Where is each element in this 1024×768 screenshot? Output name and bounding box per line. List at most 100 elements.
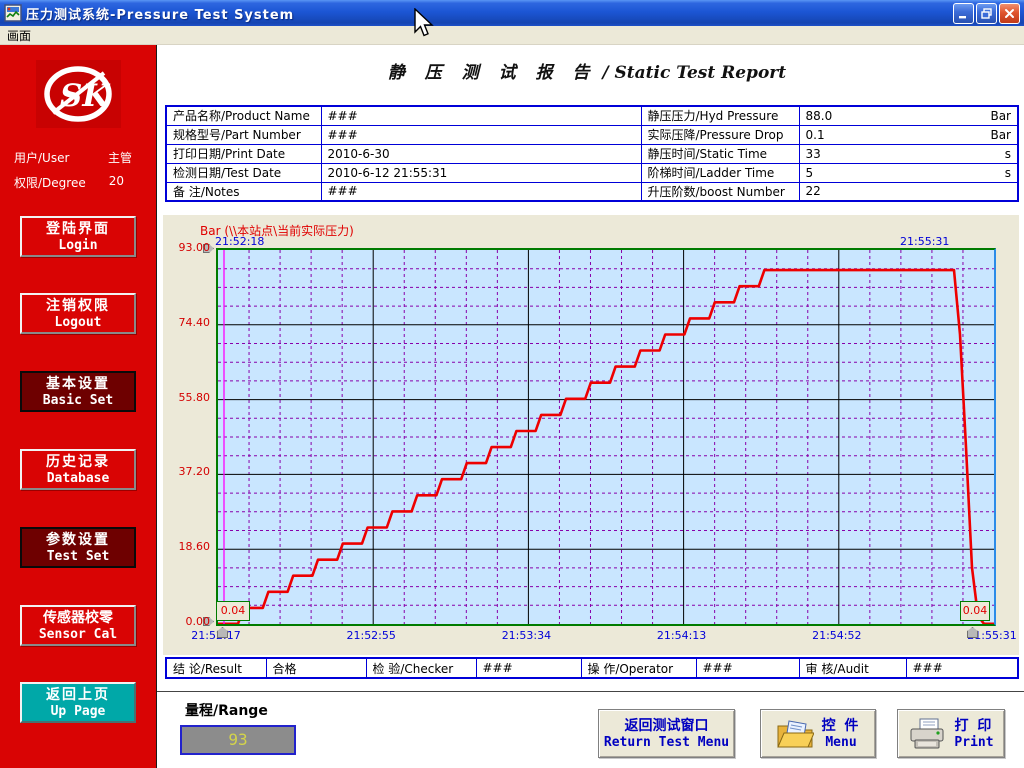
close-button[interactable] (999, 3, 1020, 24)
x-tick-label: 21:54:13 (647, 629, 717, 642)
print-button-label-zh: 打 印 (954, 717, 993, 735)
info-left-value: ### (321, 125, 641, 144)
footer-divider (157, 691, 1024, 692)
user-label: 用户/User (14, 149, 69, 166)
info-row: 检测日期/Test Date2010-6-12 21:55:31阶梯时间/Lad… (166, 163, 1018, 182)
return-button-label-zh: 返回测试窗口 (604, 717, 729, 735)
result-table: 结 论/Result合格检 验/Checker###操 作/Operator##… (165, 657, 1019, 679)
up-page-label-en: Up Page (22, 704, 134, 720)
info-right-value: 33s (799, 144, 1018, 163)
restore-button[interactable] (976, 3, 997, 24)
info-right-value: 22 (799, 182, 1018, 201)
info-right-value: 5s (799, 163, 1018, 182)
y-tick-label: 0.00 (164, 615, 210, 628)
info-left-label: 产品名称/Product Name (166, 106, 321, 125)
left-cursor-value[interactable]: 0.04 (216, 601, 250, 621)
print-button[interactable]: 打 印 Print (897, 709, 1005, 758)
close-icon (1003, 7, 1016, 20)
pressure-test-system-window: { "window": { "title": "压力测试系统-Pressure … (0, 0, 1024, 768)
login-label-en: Login (22, 238, 134, 254)
range-label: 量程/Range (185, 700, 268, 720)
info-left-label: 检测日期/Test Date (166, 163, 321, 182)
sidebar-button-test-set[interactable]: 参数设置 Test Set (20, 527, 136, 568)
y-tick-label: 93.00 (164, 241, 210, 254)
print-button-label-en: Print (954, 735, 993, 751)
info-row: 打印日期/Print Date2010-6-30静压时间/Static Time… (166, 144, 1018, 163)
info-row: 产品名称/Product Name###静压压力/Hyd Pressure88.… (166, 106, 1018, 125)
restore-icon (980, 7, 993, 20)
info-left-value: 2010-6-12 21:55:31 (321, 163, 641, 182)
report-title: 静 压 测 试 报 告 / Static Test Report (157, 58, 1017, 83)
sidebar-button-up-page[interactable]: 返回上页 Up Page (20, 682, 136, 723)
minimize-button[interactable] (953, 3, 974, 24)
test-set-label-en: Test Set (22, 549, 134, 565)
info-left-value: ### (321, 182, 641, 201)
menu-button-label-zh: 控 件 (822, 717, 861, 735)
return-button-label-en: Return Test Menu (604, 735, 729, 751)
title-bar: 压力测试系统-Pressure Test System (0, 0, 1024, 26)
x-tick-label: 21:52:17 (181, 629, 251, 642)
result-cell: ### (476, 658, 581, 678)
result-cell: 检 验/Checker (366, 658, 476, 678)
svg-text:SK: SK (60, 78, 110, 114)
info-table: 产品名称/Product Name###静压压力/Hyd Pressure88.… (165, 105, 1019, 202)
result-cell: 合格 (266, 658, 366, 678)
controls-menu-button[interactable]: 控 件 Menu (760, 709, 876, 758)
info-left-label: 打印日期/Print Date (166, 144, 321, 163)
logout-label-en: Logout (22, 315, 134, 331)
sidebar: SK 用户/User 主管 权限/Degree 20 登陆界面 Login 注销… (0, 45, 157, 768)
info-right-label: 静压时间/Static Time (641, 144, 799, 163)
info-left-value: 2010-6-30 (321, 144, 641, 163)
menu-bar: 画面 (0, 26, 1024, 45)
database-label-zh: 历史记录 (22, 454, 134, 471)
sidebar-button-login[interactable]: 登陆界面 Login (20, 216, 136, 257)
info-unit: Bar (990, 128, 1011, 142)
menu-item-screen[interactable]: 画面 (0, 26, 38, 45)
info-unit: Bar (990, 109, 1011, 123)
info-row: 备 注/Notes###升压阶数/boost Number22 (166, 182, 1018, 201)
y-tick-label: 74.40 (164, 316, 210, 329)
report-title-zh: 静 压 测 试 报 告 (388, 63, 597, 83)
x-tick-label: 21:52:55 (336, 629, 406, 642)
info-right-label: 静压压力/Hyd Pressure (641, 106, 799, 125)
user-value: 主管 (108, 149, 132, 166)
folder-icon (776, 717, 814, 751)
right-cursor-value[interactable]: 0.04 (960, 601, 990, 621)
sidebar-button-database[interactable]: 历史记录 Database (20, 449, 136, 490)
info-right-value: 0.1Bar (799, 125, 1018, 144)
sidebar-button-sensor-cal[interactable]: 传感器校零 Sensor Cal (20, 605, 136, 646)
basic-set-label-zh: 基本设置 (22, 376, 134, 393)
info-unit: s (1005, 147, 1011, 161)
y-tick-label: 55.80 (164, 391, 210, 404)
up-page-label-zh: 返回上页 (22, 687, 134, 704)
info-right-label: 升压阶数/boost Number (641, 182, 799, 201)
result-cell: 操 作/Operator (581, 658, 696, 678)
result-cell: ### (906, 658, 1018, 678)
sensor-cal-label-en: Sensor Cal (22, 627, 134, 643)
info-right-label: 实际压降/Pressure Drop (641, 125, 799, 144)
degree-value: 20 (109, 174, 124, 191)
sidebar-button-basic-set[interactable]: 基本设置 Basic Set (20, 371, 136, 412)
pressure-curve (218, 250, 994, 624)
info-left-label: 备 注/Notes (166, 182, 321, 201)
minimize-icon (957, 7, 970, 20)
return-test-menu-button[interactable]: 返回测试窗口 Return Test Menu (598, 709, 735, 758)
info-right-label: 阶梯时间/Ladder Time (641, 163, 799, 182)
x-tick-label: 21:53:34 (491, 629, 561, 642)
sk-logo: SK (36, 60, 121, 128)
printer-icon (908, 717, 946, 751)
chart-start-time: 21:52:18 (215, 235, 264, 248)
report-area: 静 压 测 试 报 告 / Static Test Report 产品名称/Pr… (157, 45, 1024, 768)
result-cell: 结 论/Result (166, 658, 266, 678)
window-title: 压力测试系统-Pressure Test System (26, 4, 294, 23)
pressure-plot (216, 248, 996, 626)
basic-set-label-en: Basic Set (22, 393, 134, 409)
report-title-en: / Static Test Report (602, 63, 786, 83)
result-cell: 审 核/Audit (799, 658, 906, 678)
degree-label: 权限/Degree (14, 174, 86, 191)
menu-button-label-en: Menu (822, 735, 861, 751)
user-row: 用户/User 主管 (14, 149, 144, 166)
result-cell: ### (696, 658, 799, 678)
sidebar-button-logout[interactable]: 注销权限 Logout (20, 293, 136, 334)
info-right-value: 88.0Bar (799, 106, 1018, 125)
